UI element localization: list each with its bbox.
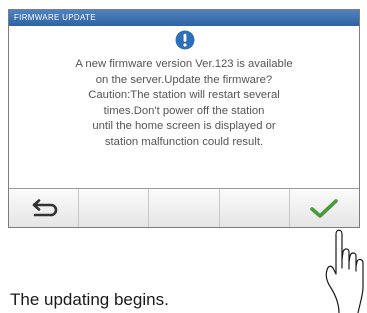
message-line: times.Don't power off the station bbox=[103, 104, 265, 117]
caption-text: The updating begins. bbox=[10, 290, 169, 309]
manual-illustration: FIRMWARE UPDATE A new firmware version V… bbox=[0, 0, 367, 313]
info-icon bbox=[175, 30, 195, 50]
back-button[interactable] bbox=[9, 189, 80, 227]
dialog-message: A new firmware version Ver.123 is availa… bbox=[9, 57, 359, 151]
pointing-hand-icon bbox=[325, 229, 364, 313]
button-bar bbox=[9, 188, 359, 227]
empty-button-slot bbox=[220, 189, 290, 227]
message-line: until the home screen is displayed or bbox=[92, 120, 276, 133]
dialog-title: FIRMWARE UPDATE bbox=[14, 13, 96, 22]
message-line: A new firmware version Ver.123 is availa… bbox=[75, 58, 293, 70]
message-area: A new firmware version Ver.123 is availa… bbox=[9, 26, 359, 188]
dialog-title-bar: FIRMWARE UPDATE bbox=[9, 10, 359, 26]
message-line: station malfunction could result. bbox=[104, 135, 264, 148]
touch-screen: FIRMWARE UPDATE A new firmware version V… bbox=[8, 9, 360, 228]
back-arrow-icon bbox=[32, 199, 57, 217]
empty-button-slot bbox=[149, 189, 220, 227]
message-line: on the server.Update the firmware? bbox=[95, 73, 273, 86]
empty-button-slot bbox=[79, 189, 150, 227]
message-line: Caution:The station will restart several bbox=[88, 89, 280, 102]
